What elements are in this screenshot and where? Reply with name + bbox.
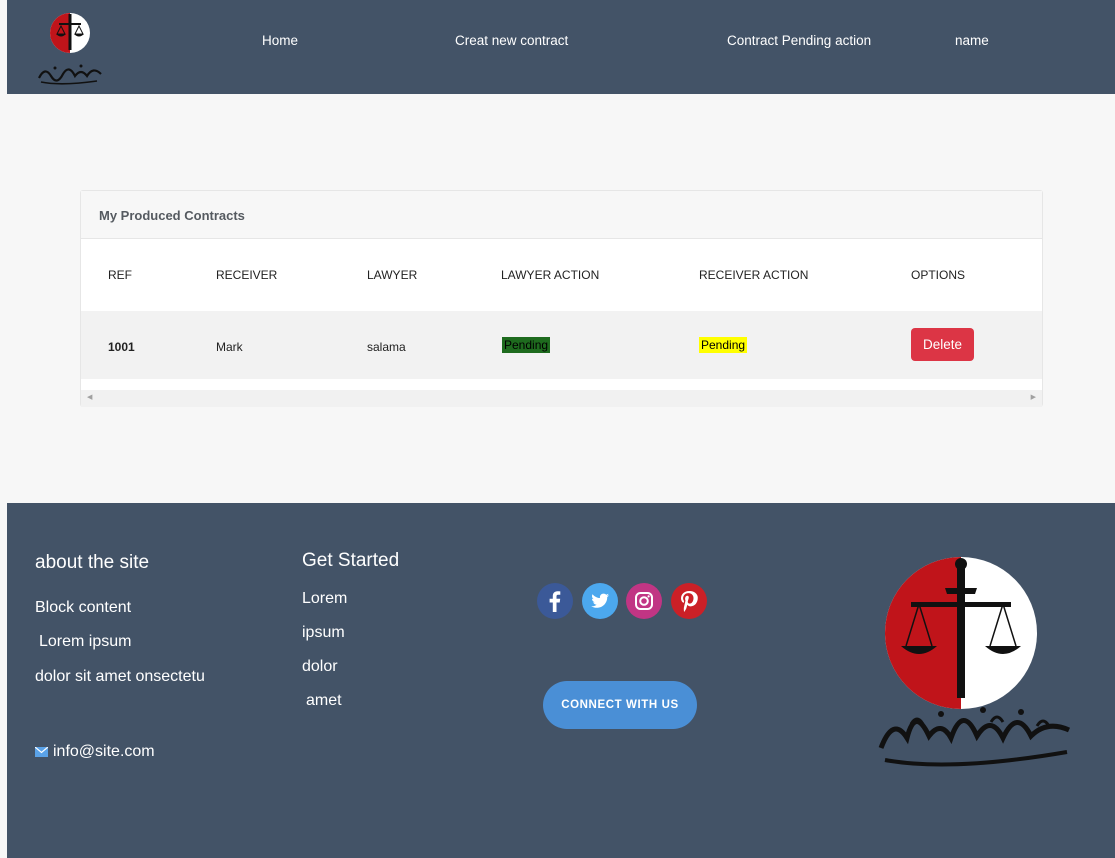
contracts-card: My Produced Contracts REF RECEIVER LAWYE… xyxy=(80,190,1043,407)
cell-receiver: Mark xyxy=(216,340,243,354)
horizontal-scrollbar[interactable]: ◀ ▶ xyxy=(81,390,1042,407)
nav-home-link[interactable]: Home xyxy=(262,33,298,48)
lawyer-action-status-badge: Pending xyxy=(502,337,551,353)
ministry-footer-logo xyxy=(871,538,1081,773)
column-header-options: OPTIONS xyxy=(911,268,966,282)
top-navbar: Home Creat new contract Contract Pending… xyxy=(7,0,1115,94)
pinterest-icon[interactable] xyxy=(671,583,707,619)
justice-scale-logo-icon xyxy=(38,13,102,85)
ministry-logo[interactable] xyxy=(31,8,111,88)
column-header-ref: REF xyxy=(108,268,132,282)
column-header-receiver: RECEIVER xyxy=(216,268,278,282)
about-line: Lorem ipsum xyxy=(39,633,132,650)
column-header-receiver-action: RECEIVER ACTION xyxy=(699,268,809,282)
about-line: Block content xyxy=(35,599,132,616)
connect-with-us-button[interactable]: CONNECT WITH US xyxy=(543,681,697,729)
nav-create-contract-link[interactable]: Creat new contract xyxy=(455,33,568,48)
nav-pending-action-link[interactable]: Contract Pending action xyxy=(727,33,871,48)
scroll-left-arrow-icon[interactable]: ◀ xyxy=(87,393,92,401)
justice-scale-logo-icon xyxy=(878,557,1071,767)
column-header-lawyer: LAWYER xyxy=(367,268,418,282)
get-started-link[interactable]: amet xyxy=(306,692,342,710)
mail-icon xyxy=(35,747,48,757)
email-contact[interactable]: info@site.com xyxy=(35,743,155,761)
about-heading: about the site xyxy=(35,552,150,573)
instagram-icon[interactable] xyxy=(626,583,662,619)
get-started-link[interactable]: ipsum xyxy=(302,624,345,642)
get-started-link[interactable]: dolor xyxy=(302,658,338,676)
column-header-lawyer-action: LAWYER ACTION xyxy=(501,268,600,282)
cell-lawyer: salama xyxy=(367,340,406,354)
get-started-link[interactable]: Lorem xyxy=(302,590,347,608)
nav-user-name-link[interactable]: name xyxy=(955,33,989,48)
email-link[interactable]: info@site.com xyxy=(53,743,155,761)
twitter-icon[interactable] xyxy=(582,583,618,619)
card-header: My Produced Contracts xyxy=(81,191,1042,239)
receiver-action-status-badge: Pending xyxy=(699,337,748,353)
site-footer: about the site Block content Lorem ipsum… xyxy=(7,503,1115,858)
about-line: dolor sit amet onsectetu xyxy=(35,668,205,685)
card-title: My Produced Contracts xyxy=(99,208,245,223)
delete-contract-button[interactable]: Delete xyxy=(911,328,974,361)
facebook-icon[interactable] xyxy=(537,583,573,619)
scroll-right-arrow-icon[interactable]: ▶ xyxy=(1031,393,1036,401)
get-started-heading: Get Started xyxy=(302,550,400,571)
cell-ref: 1001 xyxy=(108,340,135,354)
